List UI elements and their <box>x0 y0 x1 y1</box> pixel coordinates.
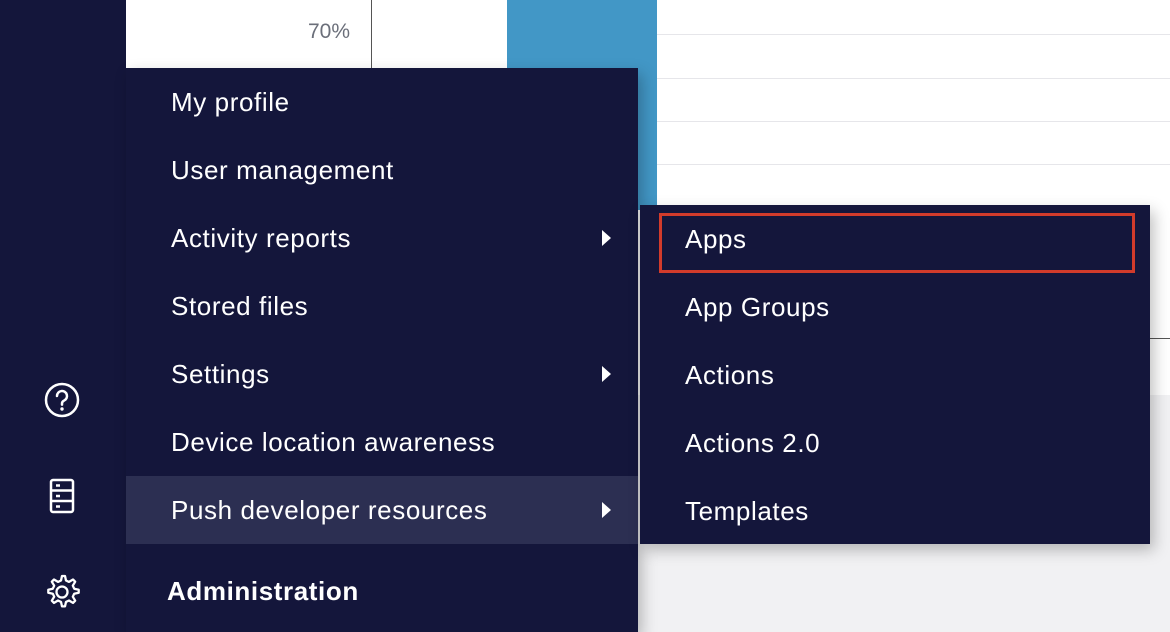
submenu-item-label: App Groups <box>685 291 830 322</box>
submenu-item-actions-2[interactable]: Actions 2.0 <box>640 409 1150 477</box>
gridline <box>657 34 1170 35</box>
highlight-box <box>659 213 1135 273</box>
left-sidebar <box>0 0 126 632</box>
caret-right-icon <box>602 502 611 518</box>
menu-item-push-developer-resources[interactable]: Push developer resources <box>126 476 638 544</box>
menu-item-my-profile[interactable]: My profile <box>126 68 638 136</box>
submenu-item-app-groups[interactable]: App Groups <box>640 273 1150 341</box>
menu-item-label: Stored files <box>171 290 309 321</box>
caret-right-icon <box>602 230 611 246</box>
gridline <box>657 78 1170 79</box>
admin-menu: My profile User management Activity repo… <box>126 68 638 632</box>
help-icon[interactable] <box>42 380 82 420</box>
administration-label[interactable]: Administration <box>167 576 359 607</box>
submenu-item-apps[interactable]: Apps <box>640 205 1150 273</box>
push-developer-submenu: Apps App Groups Actions Actions 2.0 Temp… <box>640 205 1150 544</box>
menu-item-activity-reports[interactable]: Activity reports <box>126 204 638 272</box>
menu-item-device-location-awareness[interactable]: Device location awareness <box>126 408 638 476</box>
menu-item-stored-files[interactable]: Stored files <box>126 272 638 340</box>
storage-icon[interactable] <box>42 476 82 516</box>
menu-item-label: User management <box>171 154 394 185</box>
menu-item-label: Settings <box>171 358 270 389</box>
y-tick-label: 70% <box>307 20 350 43</box>
gridline <box>657 121 1170 122</box>
menu-item-settings[interactable]: Settings <box>126 340 638 408</box>
submenu-item-actions[interactable]: Actions <box>640 341 1150 409</box>
gridline <box>657 164 1170 165</box>
menu-item-label: Activity reports <box>171 222 352 253</box>
menu-item-label: Push developer resources <box>171 494 488 525</box>
caret-right-icon <box>602 366 611 382</box>
submenu-item-label: Actions <box>685 359 775 390</box>
submenu-item-label: Actions 2.0 <box>685 427 821 458</box>
submenu-item-templates[interactable]: Templates <box>640 477 1150 545</box>
gear-icon[interactable] <box>42 572 82 612</box>
submenu-item-label: Templates <box>685 495 809 526</box>
menu-item-label: My profile <box>171 86 290 117</box>
menu-item-label: Device location awareness <box>171 426 496 457</box>
menu-item-user-management[interactable]: User management <box>126 136 638 204</box>
y-axis-line <box>371 0 372 70</box>
screen: 70% My profile User management Activity … <box>0 0 1170 632</box>
